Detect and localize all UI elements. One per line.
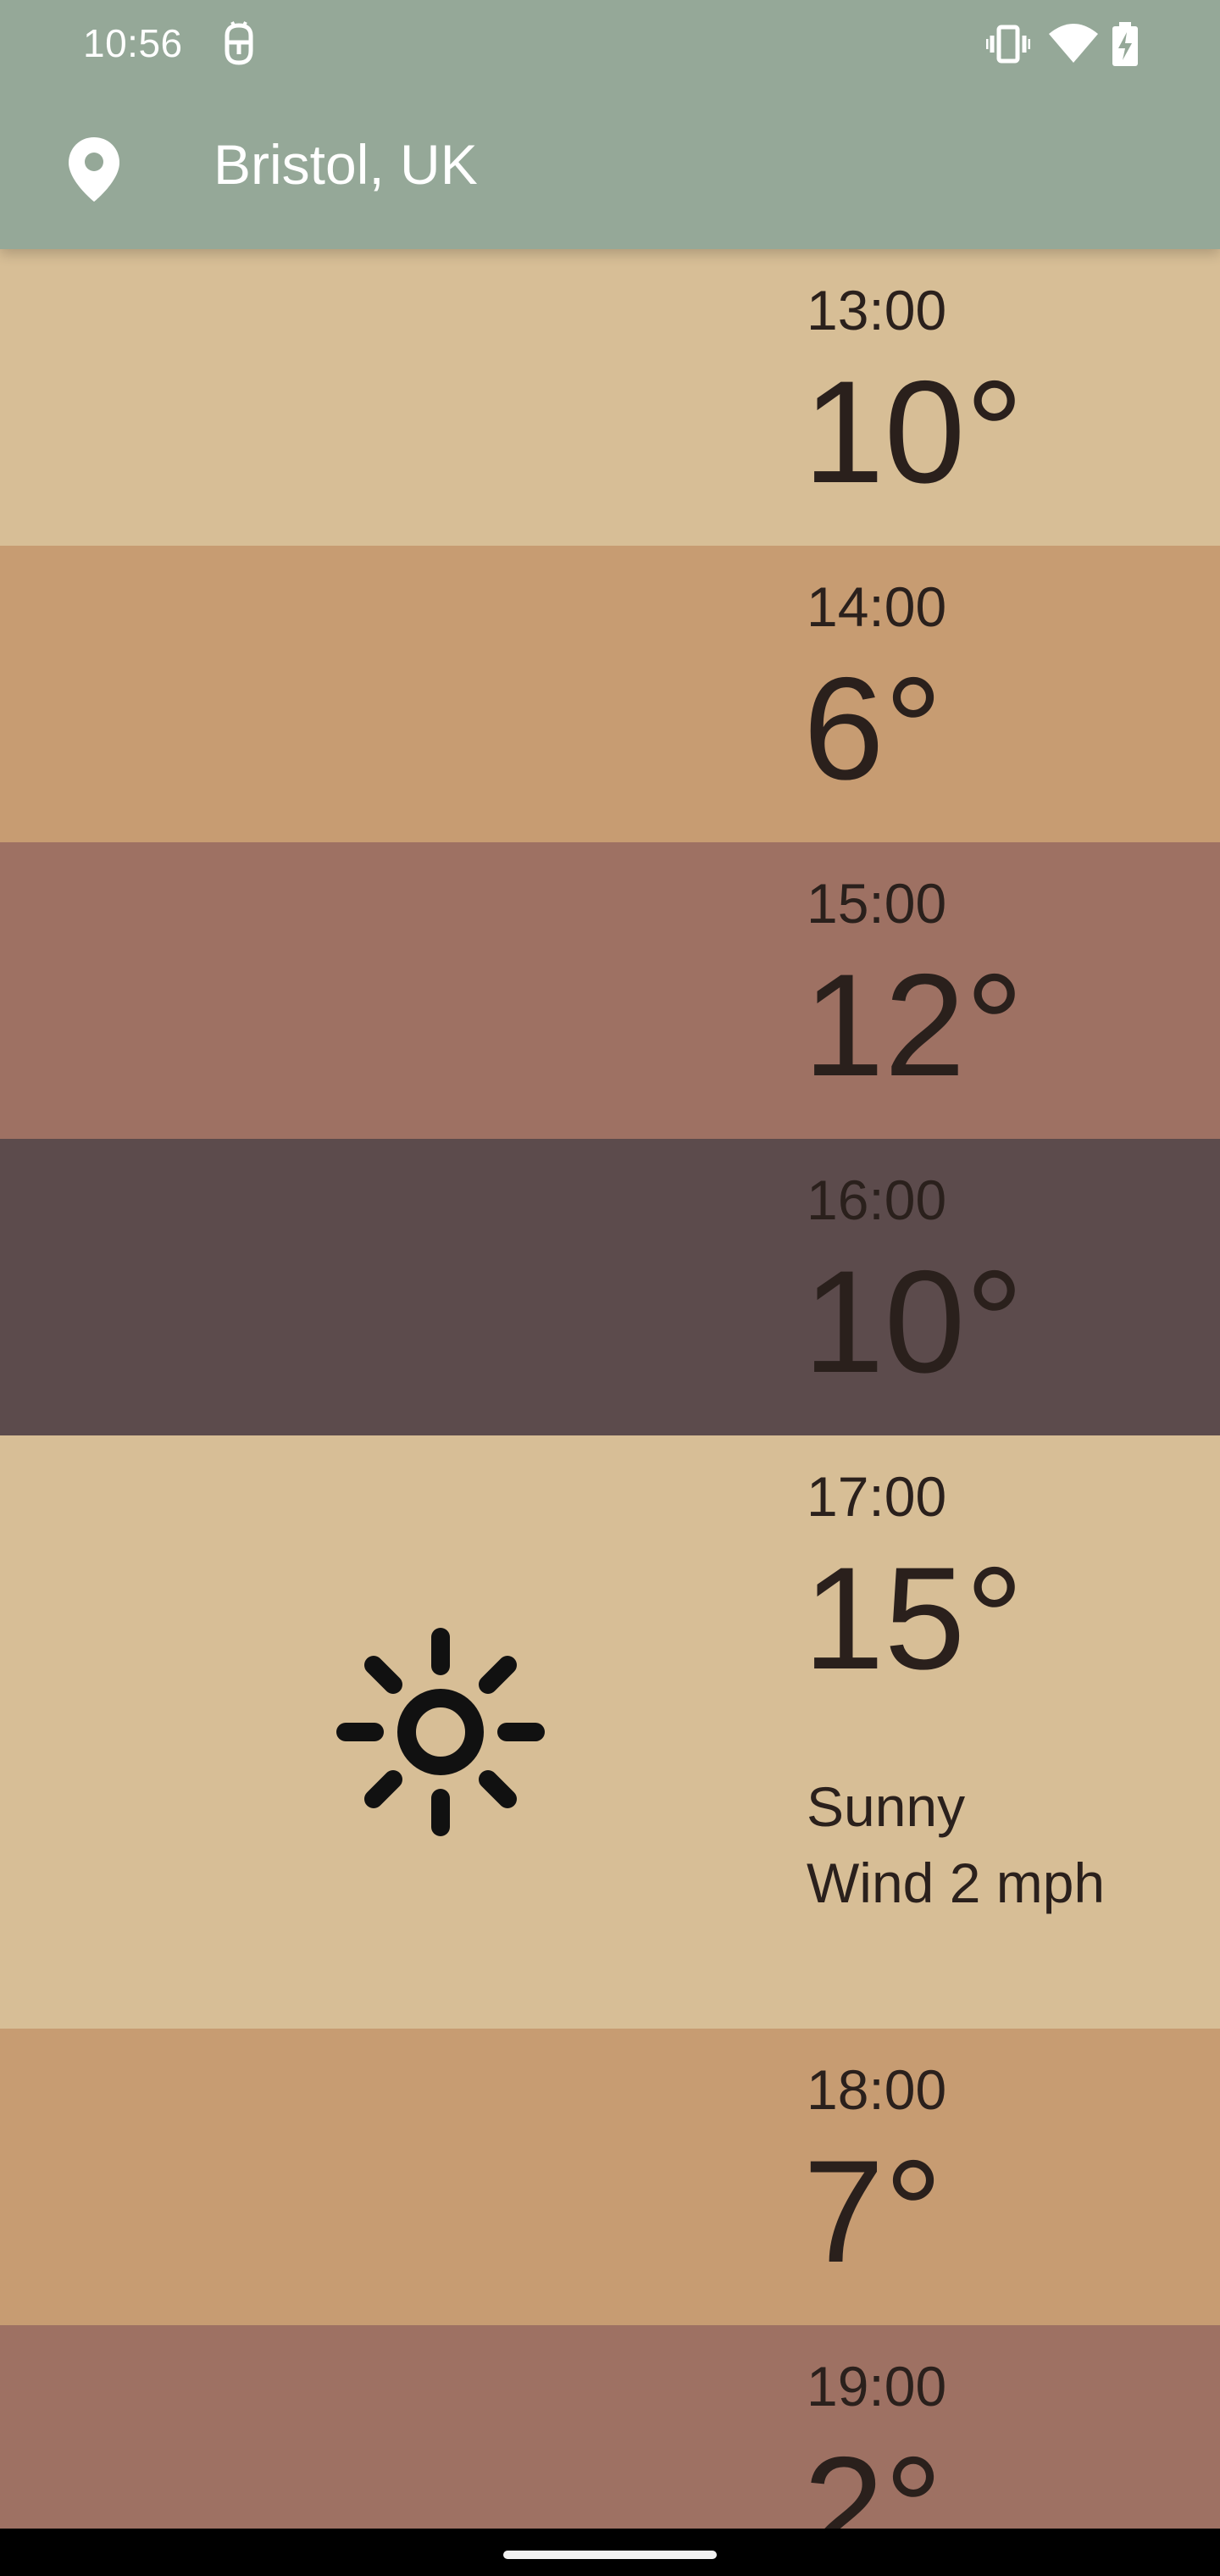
weather-app-screen: 10:56 Bristol, UK 13:00 10° 14:00 6° 15:… (0, 0, 1220, 2576)
forecast-row[interactable]: 18:00 7° (0, 2029, 1220, 2325)
hourly-forecast-list[interactable]: 13:00 10° 14:00 6° 15:00 12° 16:00 10° 1… (0, 249, 1220, 2529)
android-debug-icon (225, 21, 253, 65)
forecast-temperature: 7° (803, 2130, 943, 2293)
forecast-time: 13:00 (807, 279, 947, 341)
forecast-time: 16:00 (807, 1169, 947, 1231)
wifi-icon (1049, 24, 1098, 63)
battery-charging-icon (1112, 22, 1138, 66)
forecast-temperature: 12° (803, 944, 1024, 1107)
forecast-row[interactable]: 19:00 2° (0, 2325, 1220, 2529)
home-gesture-handle[interactable] (503, 2551, 717, 2559)
forecast-row-expanded[interactable]: 17:00 15° Sunny Wind 2 mph (0, 1435, 1220, 2029)
forecast-time: 18:00 (807, 2058, 947, 2121)
location-title: Bristol, UK (214, 133, 478, 196)
forecast-temperature: 6° (803, 647, 943, 810)
location-pin-icon[interactable] (66, 136, 122, 203)
status-time: 10:56 (83, 21, 183, 65)
forecast-time: 19:00 (807, 2355, 947, 2418)
forecast-row[interactable]: 16:00 10° (0, 1139, 1220, 1435)
status-bar: 10:56 (0, 0, 1220, 88)
forecast-time: 17:00 (807, 1465, 947, 1528)
navigation-bar (0, 2529, 1220, 2576)
forecast-time: 15:00 (807, 872, 947, 935)
forecast-row[interactable]: 15:00 12° (0, 842, 1220, 1139)
sun-icon (336, 1628, 545, 1836)
forecast-temperature: 10° (803, 1241, 1024, 1403)
vibrate-icon (986, 25, 1030, 64)
forecast-row[interactable]: 13:00 10° (0, 249, 1220, 546)
forecast-temperature: 15° (803, 1537, 1024, 1700)
forecast-time: 14:00 (807, 575, 947, 638)
forecast-wind: Wind 2 mph (807, 1852, 1106, 1914)
app-bar: Bristol, UK (0, 88, 1220, 249)
forecast-temperature: 2° (803, 2427, 943, 2529)
forecast-temperature: 10° (803, 351, 1024, 514)
forecast-row[interactable]: 14:00 6° (0, 546, 1220, 842)
top-app-area: 10:56 Bristol, UK (0, 0, 1220, 249)
forecast-condition: Sunny (807, 1775, 966, 1838)
